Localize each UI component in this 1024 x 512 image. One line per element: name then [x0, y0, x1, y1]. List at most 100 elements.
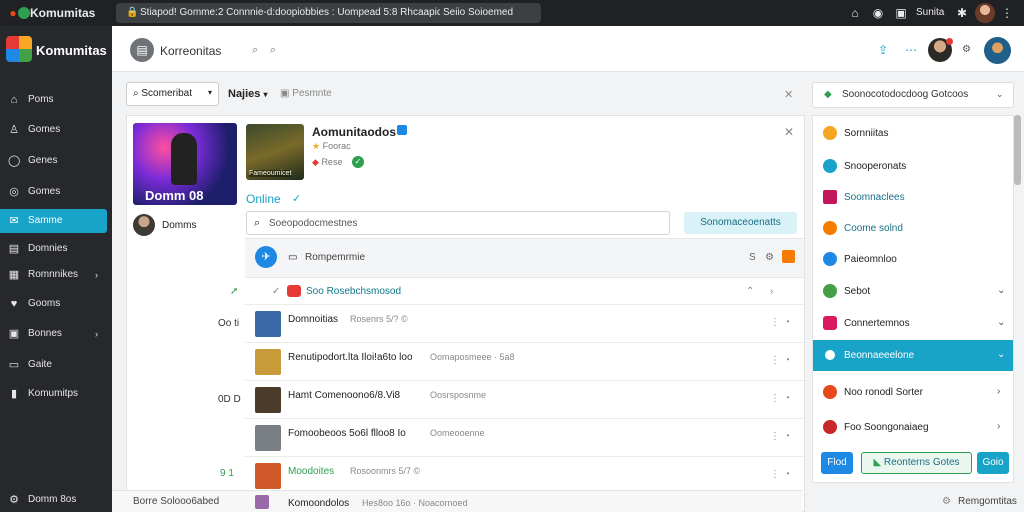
messenger-icon[interactable]: ✈	[255, 246, 277, 268]
right-item-4[interactable]: Paieomnloo	[813, 244, 1013, 275]
gear-icon[interactable]: ✱	[955, 6, 969, 20]
search-icon[interactable]: ⌕	[252, 44, 258, 57]
search-icon-alt[interactable]: ⌕	[270, 44, 276, 57]
right-item-label: Noo ronodl Sorter	[844, 387, 923, 398]
list-icon: ▦	[8, 269, 20, 281]
avatar[interactable]	[975, 3, 995, 23]
window-icon[interactable]: ▣	[894, 6, 908, 20]
sidebar-item-label: Gooms	[28, 298, 61, 309]
sidebar-item-10[interactable]: ▮ Komumitps	[0, 382, 107, 406]
settings-icon[interactable]: ⚙	[962, 44, 971, 55]
share-icon[interactable]: ⇪	[878, 43, 888, 57]
more-vert-icon[interactable]: ⋮	[770, 355, 780, 366]
sidebar-footer[interactable]: ⚙ Domm 8os	[0, 488, 107, 512]
collapse-icon[interactable]: ⌃	[746, 286, 754, 297]
item-dot-icon	[823, 190, 837, 204]
info-icon[interactable]: ◔	[784, 469, 790, 480]
sort-dropdown[interactable]: ⌕ Scomeribat ▾	[126, 82, 219, 106]
secondary-button[interactable]: ◣ Reonterns Gotes	[861, 452, 972, 474]
right-item-8[interactable]: Noo ronodl Sorter ›	[813, 377, 1013, 408]
extra-filter[interactable]: ▣ Pesmnte	[280, 88, 332, 99]
more-vert-icon[interactable]: ⋮	[770, 469, 780, 480]
right-item-9[interactable]: Foo Soongonaiaeg ›	[813, 412, 1013, 443]
avatar[interactable]	[133, 214, 155, 236]
tag-icon: ◆	[312, 157, 319, 167]
check-icon: ✓	[292, 193, 302, 205]
search-button[interactable]: Sonomaceoenatts	[684, 212, 797, 234]
scrollbar[interactable]	[1014, 115, 1021, 185]
close-icon[interactable]: ✕	[784, 125, 794, 139]
tab-filter[interactable]: Najies ▾	[228, 88, 268, 100]
right-item-2[interactable]: Soomnaclees	[813, 182, 1013, 213]
more-icon[interactable]: ⋮	[1000, 6, 1014, 20]
calendar-icon: ▣	[280, 88, 293, 99]
shield-icon[interactable]: ◉	[871, 6, 885, 20]
game-cover-image[interactable]: Domm 08	[133, 123, 237, 205]
settings-icon[interactable]: ⚙	[942, 496, 951, 507]
sidebar-item-label: Gomes	[28, 124, 61, 135]
search-placeholder: Soeopodocmestnes	[269, 218, 358, 229]
row-tail: Oomaposmeee · 5a8	[430, 352, 515, 362]
sidebar-item-8[interactable]: ▣ Bonnes ›	[0, 322, 107, 346]
chat-icon: ✉	[9, 215, 19, 227]
extra-filter-label: Pesmnte	[292, 88, 332, 99]
right-item-3[interactable]: Coome solnd	[813, 213, 1013, 244]
right-item-7[interactable]: Beonnaeeelone ⌄	[813, 340, 1013, 371]
go-button[interactable]: Goio	[977, 452, 1009, 474]
row-title: Komoondolos	[288, 498, 350, 509]
chevron-right-icon[interactable]: ›	[770, 286, 773, 297]
chevron-icon: ›	[997, 386, 1001, 397]
sidebar-item-4[interactable]: ✉ Samme	[0, 209, 107, 233]
right-item-1[interactable]: Snooperonats	[813, 151, 1013, 182]
sidebar-item-9[interactable]: ▭ Gaite	[0, 353, 107, 377]
browser-bar: ● Komumitas 🔒 Stiapod! Gomme:2 Connnie-d…	[0, 0, 1024, 26]
sidebar-item-2[interactable]: ◯ Genes	[0, 149, 107, 173]
sidebar-item-1[interactable]: ♙ Gomes	[0, 118, 107, 142]
info-icon[interactable]: ◔	[784, 431, 790, 442]
footer-label: Borre Solooo6abed	[133, 496, 220, 507]
primary-button[interactable]: Flod	[821, 452, 853, 474]
sidebar-item-label: Gaite	[28, 359, 52, 370]
row-side: 0D D	[218, 394, 241, 405]
gamepad-icon: ◆	[824, 89, 832, 100]
settings-icon[interactable]: ⚙	[765, 252, 774, 263]
alert-icon[interactable]	[782, 250, 795, 263]
info-icon[interactable]: ◔	[784, 393, 790, 404]
game-meta: ★ Foorac	[312, 141, 351, 152]
more-vert-icon[interactable]: ⋮	[770, 317, 780, 328]
tab-filter-label: Najies	[228, 88, 261, 100]
right-item-label: Sebot	[844, 286, 871, 297]
right-item-label: Connertemnos	[844, 318, 910, 329]
sidebar-item-3[interactable]: ◎ Gomes	[0, 180, 107, 204]
right-item-6[interactable]: Connertemnos ⌄	[813, 308, 1013, 339]
more-dots-icon[interactable]: ⋯	[905, 43, 917, 57]
search-input[interactable]: ⌕ Soeopodocmestnes	[246, 211, 670, 235]
brand-name: Komumitas	[36, 43, 107, 58]
home-icon[interactable]: ⌂	[848, 6, 862, 20]
info-icon[interactable]: ◔	[784, 355, 790, 366]
profile-avatar[interactable]	[984, 37, 1011, 64]
right-item-0[interactable]: Sornniitas	[813, 118, 1013, 149]
game-meta-2-text: Rese	[321, 157, 343, 167]
home-icon: ⌂	[10, 94, 18, 106]
more-vert-icon[interactable]: ⋮	[770, 431, 780, 442]
close-icon[interactable]: ✕	[784, 88, 793, 101]
row-image	[255, 495, 269, 509]
right-item-5[interactable]: Sebot ⌄	[813, 276, 1013, 307]
game-thumbnail[interactable]: Fameoumicet	[246, 124, 304, 180]
heart-icon: ♥	[10, 298, 18, 310]
sidebar-item-0[interactable]: ⌂ Poms	[0, 88, 107, 112]
row-title: Renutipodort.lta Iloi!a6to loo	[288, 352, 413, 363]
sidebar-item-7[interactable]: ♥ Gooms	[0, 292, 107, 316]
sidebar-item-6[interactable]: ▦ Romnnikes ›	[0, 263, 107, 287]
more-vert-icon[interactable]: ⋮	[770, 393, 780, 404]
url-bar[interactable]: 🔒 Stiapod! Gomme:2 Connnie-d:doopiobbies…	[116, 3, 541, 23]
info-icon[interactable]: ◔	[784, 317, 790, 328]
filter-row-label[interactable]: Soo Rosebchsmosod	[306, 286, 401, 297]
right-dropdown-label: Soonocotodocdoog Gotcoos	[842, 89, 969, 100]
sidebar-item-5[interactable]: ▤ Domnies	[0, 237, 107, 261]
row-image	[255, 425, 281, 451]
verified-icon	[397, 125, 407, 135]
item-dot-icon	[823, 385, 837, 399]
search-icon: ⌕	[254, 217, 261, 229]
